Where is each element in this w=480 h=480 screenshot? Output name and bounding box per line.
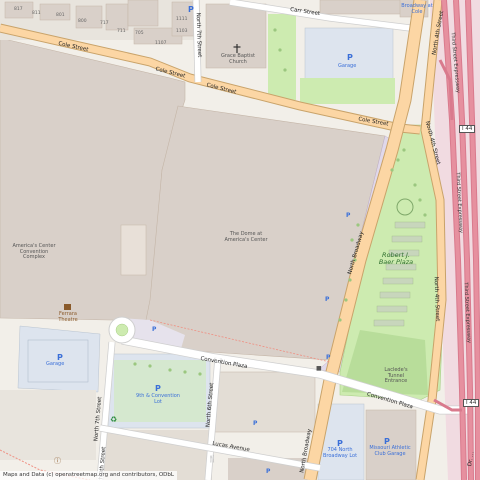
garage-label[interactable]: Garage (338, 63, 356, 70)
missouri-athletic-label[interactable]: Missouri Athletic Club Garage (368, 445, 412, 457)
house-number: 711 (117, 29, 126, 34)
map-attribution: Maps and Data (c) openstreetmap.org and … (0, 471, 177, 480)
map-canvas[interactable]: 817 811 801 800 717 711 705 1107 1103 11… (0, 0, 480, 480)
broadway-lot-label[interactable]: 704 North Broadway Lot (320, 447, 360, 459)
house-number: 1103 (176, 29, 188, 34)
house-number: 800 (78, 19, 87, 24)
broadway-cole-label[interactable]: Broadway at Cole (400, 3, 434, 15)
theatre-icon (64, 304, 71, 310)
garage-label[interactable]: Garage (46, 361, 64, 368)
convention-lot-label[interactable]: 9th & Convention Lot (132, 393, 184, 405)
house-number: 801 (56, 13, 65, 18)
restaurant-icon[interactable]: 🍴 (208, 455, 217, 464)
parking-icon[interactable]: P (346, 212, 350, 220)
parking-icon[interactable]: P (337, 440, 343, 448)
baer-plaza-label[interactable]: Robert J. Baer Plaza (376, 251, 416, 266)
highway-shield-i44: I 44 (463, 399, 480, 408)
parking-icon[interactable]: P (347, 54, 353, 62)
parking-icon[interactable]: P (152, 326, 156, 334)
highway-shield-i44: I 44 (459, 125, 476, 134)
parking-icon[interactable]: P (253, 420, 257, 428)
house-number: 811 (32, 11, 41, 16)
atm-icon[interactable]: ■ (316, 365, 322, 373)
parking-icon[interactable]: P (188, 6, 194, 14)
ferrara-theatre-label[interactable]: Ferrara Theatre (50, 311, 86, 323)
dome-label[interactable]: The Dome at America's Center (224, 231, 268, 243)
parking-icon[interactable]: P (155, 385, 161, 393)
parking-icon[interactable]: P (326, 354, 330, 362)
laclede-tunnel-label[interactable]: Laclede's Tunnel Entrance (378, 367, 414, 385)
recycling-icon[interactable]: ♻ (110, 415, 117, 425)
church-label[interactable]: Grace Baptist Church (220, 53, 256, 65)
house-number: 705 (135, 31, 144, 36)
parking-icon[interactable]: P (325, 296, 329, 304)
house-number: 1111 (176, 17, 188, 22)
house-number: 1107 (155, 41, 167, 46)
house-number: 817 (14, 7, 23, 12)
house-number: 717 (100, 21, 109, 26)
parking-icon[interactable]: P (266, 468, 270, 476)
parking-icon[interactable]: P (57, 354, 63, 362)
info-icon[interactable]: ⓘ (54, 457, 61, 466)
convention-complex-label[interactable]: America's Center Convention Complex (12, 243, 56, 261)
parking-icon[interactable]: P (384, 438, 390, 446)
